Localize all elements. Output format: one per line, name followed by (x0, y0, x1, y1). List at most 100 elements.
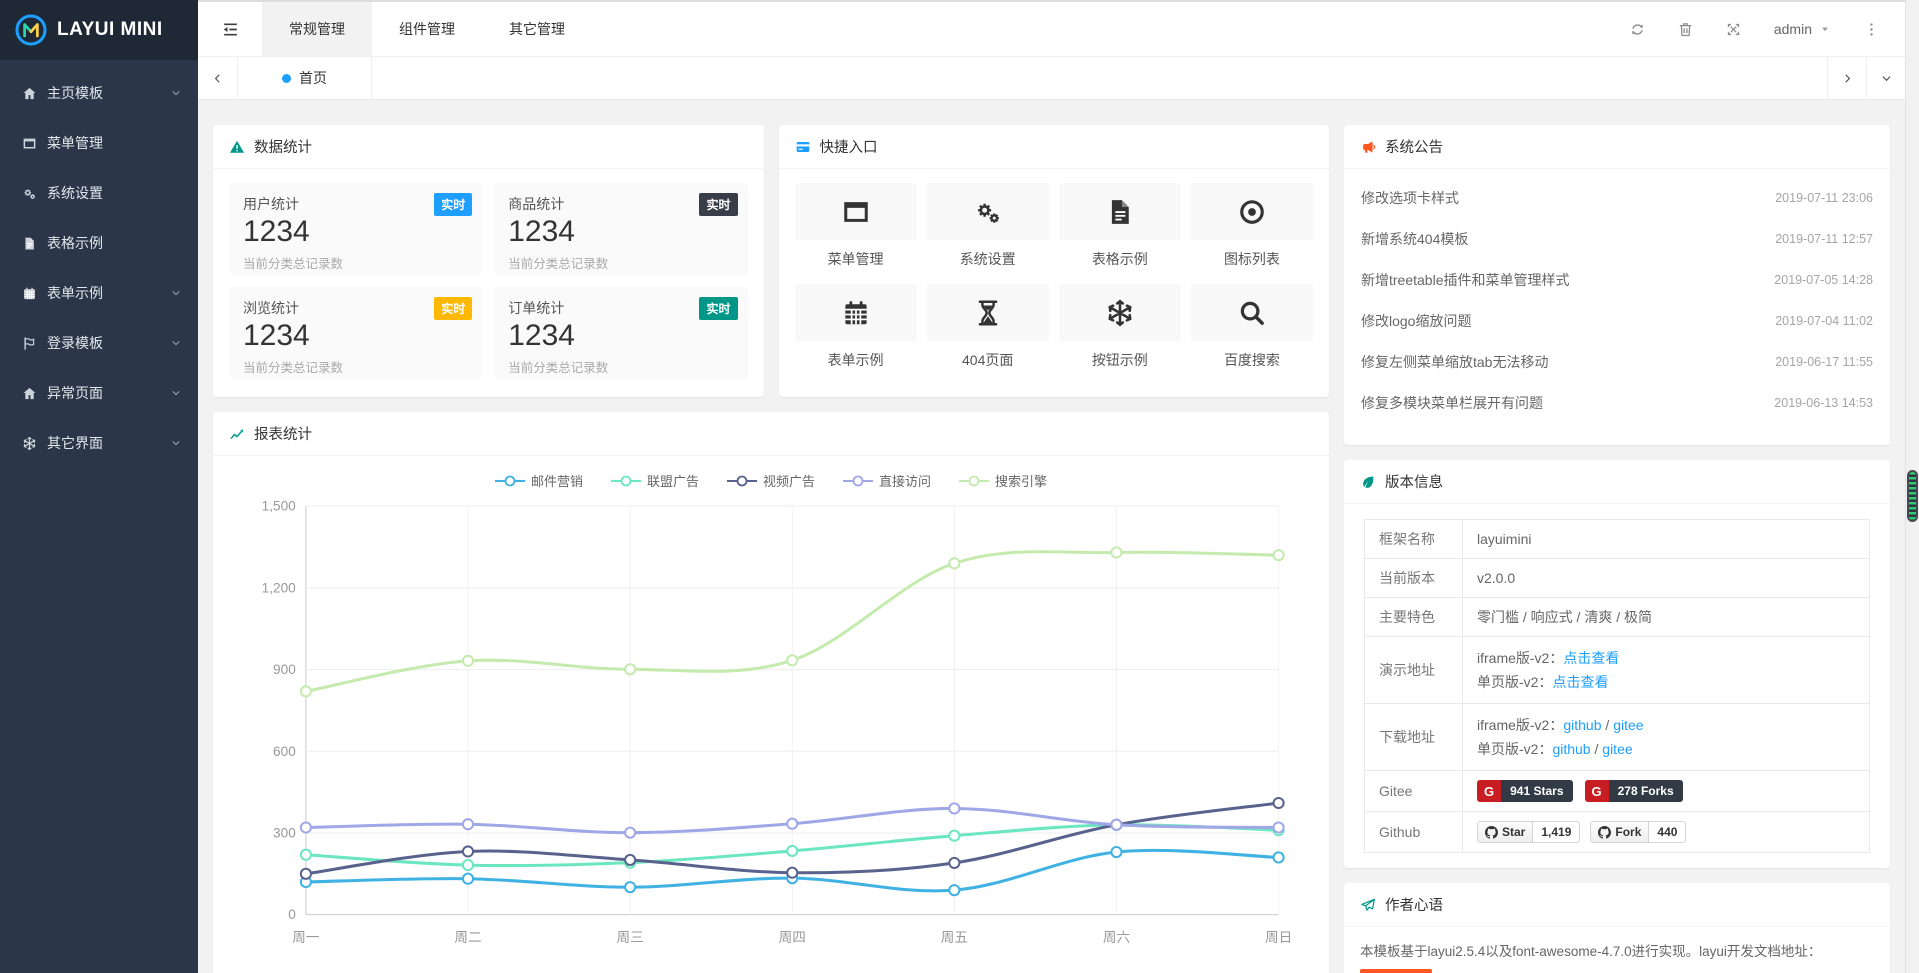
chevron-down-icon (170, 87, 182, 99)
sidebar-item-system-setting[interactable]: 系统设置 (0, 168, 198, 218)
sidebar-item-form-example[interactable]: 表单示例 (0, 268, 198, 318)
link-gitee[interactable]: gitee (1613, 717, 1643, 733)
stats-card: 数据统计 用户统计1234当前分类总记录数实时商品统计1234当前分类总记录数实… (213, 125, 764, 397)
topbar-tab-2[interactable]: 组件管理 (372, 2, 482, 56)
version-row: 主要特色零门槛 / 响应式 / 清爽 / 极简 (1365, 598, 1870, 637)
announcement-row: 新增treetable插件和菜单管理样式2019-07-05 14:28 (1361, 259, 1873, 300)
stats-card-header: 数据统计 (213, 125, 764, 169)
stat-desc: 当前分类总记录数 (508, 357, 733, 376)
version-row: 演示地址iframe版-v2：点击查看单页版-v2：点击查看 (1365, 637, 1870, 704)
data-point (463, 656, 473, 666)
chevron-down-icon (170, 287, 182, 299)
data-point (949, 858, 959, 868)
tab-home[interactable]: 首页 (238, 57, 372, 99)
stats-grid: 用户统计1234当前分类总记录数实时商品统计1234当前分类总记录数实时浏览统计… (213, 169, 764, 393)
tab-menu-button[interactable] (1866, 57, 1905, 99)
author-body: 本模板基于layui2.5.4以及font-awesome-4.7.0进行实现。… (1344, 927, 1890, 973)
gitee-badge[interactable]: G941 Stars (1477, 780, 1573, 802)
tab-scroll-left-button[interactable] (198, 57, 238, 99)
scrollbar-thumb[interactable] (1907, 470, 1918, 522)
page-content: 数据统计 用户统计1234当前分类总记录数实时商品统计1234当前分类总记录数实… (198, 100, 1905, 973)
user-dropdown[interactable]: admin (1758, 21, 1847, 37)
author-header: 作者心语 (1344, 883, 1890, 927)
link-github[interactable]: github (1552, 741, 1590, 757)
topbar-tab-1[interactable]: 常规管理 (262, 2, 372, 56)
quick-entry-system-setting[interactable]: 系统设置 (927, 183, 1049, 276)
leaf-icon (1360, 474, 1376, 490)
data-point (301, 822, 311, 832)
link-点击查看[interactable]: 点击查看 (1552, 674, 1608, 690)
topbar-actions: admin (1614, 2, 1905, 56)
outdent-icon (221, 20, 240, 39)
sidebar-item-error-page[interactable]: 异常页面 (0, 368, 198, 418)
stats-card-title: 数据统计 (254, 136, 312, 157)
quick-entry-table-example[interactable]: 表格示例 (1059, 183, 1181, 276)
gears-icon (22, 186, 37, 201)
svg-text:周一: 周一 (292, 930, 320, 945)
data-point (1111, 847, 1121, 857)
quick-entry-page-404[interactable]: 404页面 (927, 284, 1049, 377)
layui-doc-badge[interactable]: layui文档 (1360, 969, 1432, 973)
stat-panel: 商品统计1234当前分类总记录数实时 (494, 183, 747, 275)
stat-desc: 当前分类总记录数 (243, 253, 468, 272)
legend-item[interactable]: 直接访问 (843, 471, 931, 490)
quick-entry-baidu-search[interactable]: 百度搜索 (1191, 284, 1313, 377)
fullscreen-button[interactable] (1710, 2, 1758, 57)
file-icon (22, 236, 37, 251)
sidebar-item-login-template[interactable]: 登录模板 (0, 318, 198, 368)
tab-home-label: 首页 (299, 68, 327, 88)
stat-desc: 当前分类总记录数 (243, 357, 468, 376)
topbar-tab-3[interactable]: 其它管理 (482, 2, 592, 56)
realtime-badge: 实时 (699, 297, 737, 320)
link-github[interactable]: github (1563, 717, 1601, 733)
data-point (625, 828, 635, 838)
more-button[interactable] (1847, 2, 1895, 57)
legend-item[interactable]: 邮件营销 (495, 471, 583, 490)
right-column: 系统公告 修改选项卡样式2019-07-11 23:06新增系统404模板201… (1344, 125, 1890, 973)
quick-entry-form-example[interactable]: 表单示例 (795, 284, 917, 377)
page-scrollbar[interactable] (1905, 0, 1919, 973)
link-gitee[interactable]: gitee (1602, 741, 1632, 757)
svg-text:周二: 周二 (454, 930, 481, 945)
github-star-badge[interactable]: Star1,419 (1477, 821, 1580, 843)
version-row: 下载地址iframe版-v2：github / gitee单页版-v2：gith… (1365, 704, 1870, 771)
gitee-logo-icon: G (1585, 780, 1609, 802)
svg-text:300: 300 (273, 826, 296, 841)
quick-entry-button-example[interactable]: 按钮示例 (1059, 284, 1181, 377)
clear-cache-button[interactable] (1662, 2, 1710, 57)
sidebar-item-other-ui[interactable]: 其它界面 (0, 418, 198, 468)
app-window: LAYUI MINI 主页模板菜单管理系统设置表格示例表单示例登录模板异常页面其… (0, 0, 1905, 973)
app-logo[interactable]: LAYUI MINI (0, 0, 198, 60)
snowflake-icon (22, 436, 37, 451)
tab-scroll-right-button[interactable] (1827, 57, 1866, 99)
sidebar-item-table-example[interactable]: 表格示例 (0, 218, 198, 268)
sidebar-item-menu-manage[interactable]: 菜单管理 (0, 118, 198, 168)
link-点击查看[interactable]: 点击查看 (1563, 650, 1619, 666)
data-point (787, 846, 797, 856)
github-fork-badge[interactable]: Fork440 (1590, 821, 1686, 843)
main-area: 常规管理组件管理其它管理 admin 首页 (198, 0, 1905, 973)
chevron-right-icon (1841, 72, 1854, 85)
data-point (787, 655, 797, 665)
refresh-button[interactable] (1614, 2, 1662, 57)
legend-marker-icon (843, 475, 873, 487)
collapse-sidebar-button[interactable] (198, 2, 262, 56)
data-point (463, 860, 473, 870)
sidebar-item-home-template[interactable]: 主页模板 (0, 68, 198, 118)
legend-item[interactable]: 联盟广告 (611, 471, 699, 490)
quick-entry-icon-list[interactable]: 图标列表 (1191, 183, 1313, 276)
version-row: 当前版本v2.0.0 (1365, 559, 1870, 598)
gitee-badge[interactable]: G278 Forks (1585, 780, 1683, 802)
quick-entry-menu-manage[interactable]: 菜单管理 (795, 183, 917, 276)
quick-entry-grid: 菜单管理系统设置表格示例图标列表表单示例404页面按钮示例百度搜索 (779, 169, 1330, 377)
legend-marker-icon (611, 475, 641, 487)
stat-value: 1234 (508, 319, 733, 353)
bullhorn-icon (1360, 139, 1376, 155)
ellipsis-v-icon (1863, 21, 1880, 38)
legend-item[interactable]: 搜索引擎 (959, 471, 1047, 490)
report-card-header: 报表统计 (213, 412, 1329, 456)
app-title: LAYUI MINI (57, 19, 163, 41)
dotcircle-icon (1237, 197, 1267, 227)
caret-down-icon (1819, 23, 1831, 35)
legend-item[interactable]: 视频广告 (727, 471, 815, 490)
